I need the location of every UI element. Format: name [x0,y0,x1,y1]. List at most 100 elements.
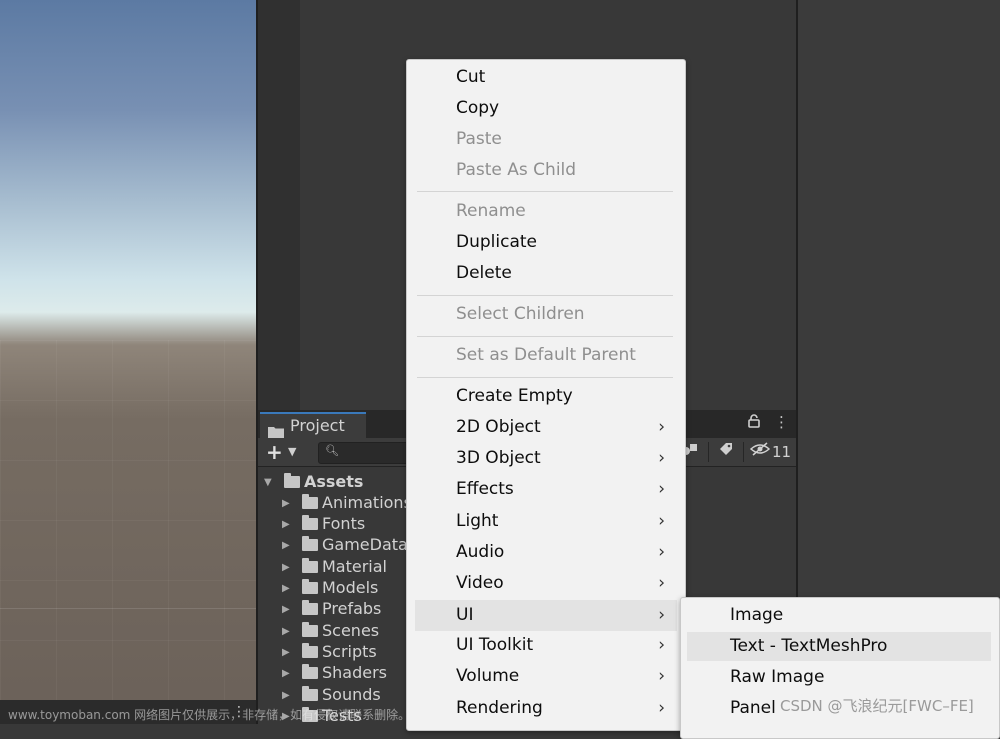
menu-item-volume[interactable]: Volume › [415,663,677,690]
menu-item-label: Volume [456,666,520,686]
menu-item-create-empty[interactable]: Create Empty [415,383,677,410]
submenu-item-label: Image [730,605,784,625]
submenu-item-label: Raw Image [730,667,825,687]
menu-item-label: Duplicate [456,232,537,252]
folder-icon [302,600,318,615]
lock-icon[interactable] [748,414,760,432]
menu-item-label: Audio [456,542,505,562]
chevron-right-icon: › [658,417,665,437]
collapse-arrow-icon[interactable]: ▶ [282,562,290,573]
watermark-credit: CSDN @飞浪纪元[FWC–FE] [780,697,974,715]
search-icon: 🔍︎ [325,444,339,457]
tree-item-label: Scripts [322,642,377,661]
scene-view[interactable] [0,0,256,724]
scene-grid [0,340,256,724]
menu-item-2d-object[interactable]: 2D Object › [415,414,677,441]
menu-item-video[interactable]: Video › [415,570,677,597]
collapse-arrow-icon[interactable]: ▶ [282,690,290,701]
menu-item-label: Copy [456,98,500,118]
add-button[interactable]: + [266,440,283,464]
tree-item-label: GameData [322,535,408,554]
watermark-text: www.toymoban.com 网络图片仅供展示，非存储，如有侵权请联系删除。 [8,708,411,722]
collapse-arrow-icon[interactable]: ▶ [282,604,290,615]
chevron-down-icon[interactable]: ▼ [288,445,296,458]
collapse-arrow-icon[interactable]: ▶ [282,668,290,679]
menu-item-label: Rendering [456,698,543,718]
menu-item-effects[interactable]: Effects › [415,476,677,503]
folder-open-icon [284,473,300,488]
menu-item-label: Create Empty [456,386,573,406]
menu-item-paste-as-child[interactable]: Paste As Child [415,157,677,184]
menu-item-label: Select Children [456,304,585,324]
submenu-item-label: Text - TextMeshPro [730,636,888,656]
folder-icon [302,515,318,530]
menu-item-select-children[interactable]: Select Children [415,301,677,328]
kebab-menu-icon[interactable]: ⋮ [774,413,789,431]
folder-icon [302,494,318,509]
context-menu: Cut Copy Paste Paste As Child Rename Dup… [406,59,686,731]
expand-arrow-icon[interactable]: ▼ [264,477,272,488]
menu-item-label: UI [456,605,474,625]
chevron-right-icon: › [658,448,665,468]
menu-item-duplicate[interactable]: Duplicate [415,229,677,256]
submenu-item-text-textmeshpro[interactable]: Text - TextMeshPro [687,632,991,661]
hidden-eye-icon[interactable] [749,441,771,461]
menu-item-label: Paste [456,129,502,149]
menu-item-label: Cut [456,67,486,87]
collapse-arrow-icon[interactable]: ▶ [282,583,290,594]
hidden-count: 11 [772,443,792,461]
search-input[interactable]: 🔍︎ [318,442,420,464]
tab-project-label: Project [290,416,345,435]
menu-separator [417,377,673,378]
folder-icon [302,536,318,551]
ui-submenu: Image Text - TextMeshPro Raw Image Panel [680,597,1000,739]
tree-item-label: Prefabs [322,599,382,618]
tree-item-label: Assets [304,472,364,491]
menu-item-set-default-parent[interactable]: Set as Default Parent [415,342,677,369]
collapse-arrow-icon[interactable]: ▶ [282,647,290,658]
tree-item-label: Shaders [322,663,388,682]
tree-item-label: Fonts [322,514,366,533]
menu-item-3d-object[interactable]: 3D Object › [415,445,677,472]
tab-project[interactable]: Project [260,412,366,438]
collapse-arrow-icon[interactable]: ▶ [282,519,290,530]
collapse-arrow-icon[interactable]: ▶ [282,626,290,637]
menu-item-rename[interactable]: Rename [415,198,677,225]
chevron-right-icon: › [658,542,665,562]
toolbar-separator [743,442,744,462]
submenu-item-label: Panel [730,698,776,718]
collapse-arrow-icon[interactable]: ▶ [282,498,290,509]
menu-item-label: Video [456,573,504,593]
menu-item-light[interactable]: Light › [415,508,677,535]
menu-item-ui-toolkit[interactable]: UI Toolkit › [415,632,677,659]
chevron-right-icon: › [658,605,665,625]
menu-item-delete[interactable]: Delete [415,260,677,287]
menu-item-audio[interactable]: Audio › [415,539,677,566]
menu-item-label: Effects [456,479,514,499]
chevron-right-icon: › [658,635,665,655]
label-tag-icon[interactable] [712,441,740,463]
menu-item-label: Delete [456,263,512,283]
menu-separator [417,336,673,337]
folder-icon [302,664,318,679]
menu-item-label: 2D Object [456,417,541,437]
menu-item-copy[interactable]: Copy [415,95,677,122]
menu-item-label: 3D Object [456,448,541,468]
menu-item-cut[interactable]: Cut [415,64,677,91]
hierarchy-gutter [258,0,300,412]
toolbar-separator [708,442,709,462]
menu-item-label: Set as Default Parent [456,345,636,365]
menu-item-rendering[interactable]: Rendering › [415,695,677,722]
menu-item-ui[interactable]: UI › [415,600,677,631]
menu-separator [417,191,673,192]
menu-item-label: Paste As Child [456,160,577,180]
menu-item-paste[interactable]: Paste [415,126,677,153]
menu-item-label: UI Toolkit [456,635,534,655]
chevron-right-icon: › [658,511,665,531]
menu-item-label: Rename [456,201,526,221]
collapse-arrow-icon[interactable]: ▶ [282,540,290,551]
chevron-right-icon: › [658,698,665,718]
submenu-item-image[interactable]: Image [687,601,991,630]
tree-item-label: Models [322,578,379,597]
submenu-item-raw-image[interactable]: Raw Image [687,663,991,692]
